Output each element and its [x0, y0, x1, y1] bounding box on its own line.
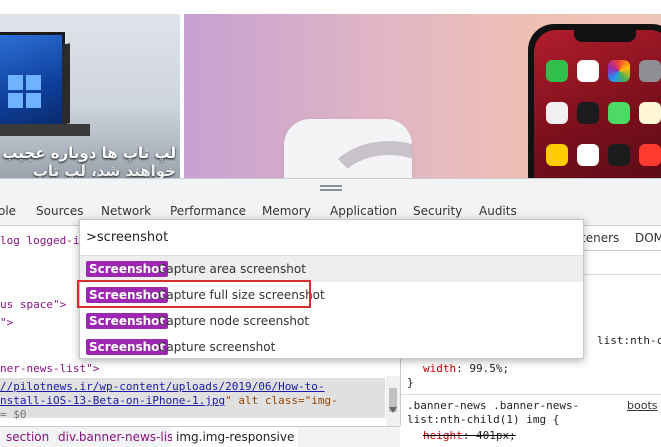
- ios-13-digits-graphic: [320, 141, 412, 178]
- laptop-screen-graphic: [0, 32, 65, 130]
- css-property-value: 401px;: [476, 429, 516, 442]
- rule1-close-brace: }: [407, 376, 414, 389]
- iphone-notch-graphic: [574, 30, 636, 42]
- laptop-lid-graphic: [62, 43, 70, 125]
- img-attr-text: " alt class="img-: [225, 394, 338, 407]
- command-category-badge: Screenshot: [86, 261, 169, 277]
- rule2-source-link[interactable]: boots: [627, 399, 658, 413]
- laptop-base-graphic: [0, 124, 90, 136]
- command-search-input[interactable]: [86, 227, 566, 247]
- drag-grip-icon: [320, 185, 342, 187]
- app-icon-row: [546, 144, 661, 166]
- selected-node-ref: = $0: [0, 408, 27, 421]
- command-title: Capture screenshot: [158, 340, 276, 354]
- breadcrumb-item-img[interactable]: img.img-responsive: [172, 427, 299, 447]
- command-category-badge: Screenshot: [86, 313, 169, 329]
- web-page-viewport: لپ تاپ ها دوباره عجیب خواهند شد، لپ تاپ …: [0, 0, 661, 178]
- photos-app-icon: [608, 60, 630, 82]
- styles-divider: [401, 394, 661, 395]
- dom-node-line[interactable]: us space">: [0, 298, 66, 312]
- command-item-capture-area[interactable]: Screenshot Capture area screenshot: [80, 256, 583, 282]
- news-caption[interactable]: لپ تاپ ها دوباره عجیب خواهند شد، لپ تاپ …: [0, 144, 176, 178]
- rule2-selector-line-2[interactable]: list:nth-child(1) img {: [407, 413, 559, 427]
- reminders-app-icon: [577, 144, 599, 166]
- stocks-app-icon: [608, 144, 630, 166]
- command-input-row: [80, 220, 583, 256]
- tab-dom-breakpoints[interactable]: DOM: [635, 226, 661, 250]
- breadcrumb-label: div.banner-news-list: [58, 430, 179, 444]
- breadcrumb-label: section: [6, 430, 50, 444]
- breadcrumb-label: img.img-responsive: [176, 430, 295, 444]
- iphone-screen-graphic: [534, 30, 661, 178]
- news-caption-line-1: لپ تاپ ها دوباره عجیب: [2, 144, 176, 162]
- windows-logo-icon: [8, 75, 42, 109]
- dom-node-line[interactable]: ner-news-list">: [0, 362, 99, 376]
- calendar-app-icon: [577, 60, 599, 82]
- devtools-resize-handle[interactable]: [0, 179, 661, 198]
- ios-13-logo-graphic: [284, 119, 412, 178]
- tab-console[interactable]: ole: [0, 198, 16, 225]
- laptop-news-image[interactable]: لپ تاپ ها دوباره عجیب خواهند شد، لپ تاپ …: [0, 14, 180, 178]
- scroll-down-arrow-icon[interactable]: [389, 407, 397, 413]
- iphone-graphic: [528, 24, 661, 178]
- news-app-icon: [639, 144, 661, 166]
- dom-node-line[interactable]: ">: [0, 316, 13, 330]
- dom-node-line[interactable]: log logged-in: [0, 234, 86, 248]
- ios-13-banner-image[interactable]: [184, 14, 661, 178]
- facetime-app-icon: [546, 60, 568, 82]
- weather-app-icon: [639, 102, 661, 124]
- command-category-badge: Screenshot: [86, 339, 169, 355]
- highlight-annotation-box: [77, 280, 311, 308]
- breadcrumb: section div.banner-news-list img.img-res…: [0, 426, 400, 447]
- news-caption-line-2: خواهند شد، لپ تاپ های: [32, 162, 176, 178]
- mail-app-icon: [546, 102, 568, 124]
- img-src-link[interactable]: nstall-iOS-13-Beta-on-iPhone-1.jpg: [0, 394, 225, 407]
- app-icon-row: [546, 102, 661, 124]
- breadcrumb-item-div[interactable]: div.banner-news-list: [58, 427, 178, 447]
- tab-event-listeners[interactable]: teners: [581, 226, 619, 250]
- img-src-link[interactable]: //pilotnews.ir/wp-content/uploads/2019/0…: [0, 380, 325, 394]
- app-icon-row: [546, 60, 661, 82]
- elements-scrollbar[interactable]: [386, 376, 400, 426]
- css-property-name: height: [423, 429, 463, 442]
- maps-app-icon: [608, 102, 630, 124]
- img-attributes-line[interactable]: nstall-iOS-13-Beta-on-iPhone-1.jpg" alt …: [0, 394, 338, 408]
- notes-app-icon: [546, 144, 568, 166]
- rule1-selector[interactable]: list:nth-chil: [597, 334, 661, 348]
- command-title: Capture node screenshot: [158, 314, 310, 328]
- breadcrumb-item-section[interactable]: section: [6, 427, 49, 447]
- clock-app-icon: [577, 102, 599, 124]
- camera-app-icon: [639, 60, 661, 82]
- command-item-capture-screenshot[interactable]: Screenshot Capture screenshot: [80, 334, 583, 360]
- rule1-declaration[interactable]: width: 99.5%;: [423, 362, 509, 376]
- command-title: Capture area screenshot: [158, 262, 306, 276]
- css-property-name: width: [423, 362, 457, 375]
- css-property-value: 99.5%;: [469, 362, 510, 375]
- command-item-capture-node[interactable]: Screenshot Capture node screenshot: [80, 308, 583, 334]
- rule2-declaration-overridden[interactable]: height: 401px;: [423, 429, 516, 443]
- tab-sources[interactable]: Sources: [36, 198, 83, 225]
- rule2-selector-line-1[interactable]: .banner-news .banner-news-: [407, 399, 579, 413]
